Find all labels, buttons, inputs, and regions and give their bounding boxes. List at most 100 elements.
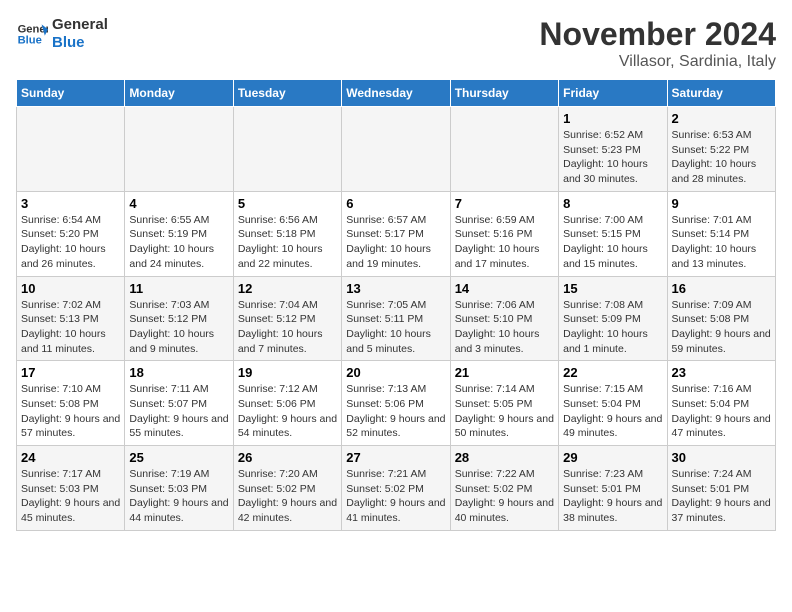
week-row-3: 10 Sunrise: 7:02 AM Sunset: 5:13 PM Dayli…: [17, 276, 776, 361]
calendar-cell: 9 Sunrise: 7:01 AM Sunset: 5:14 PM Daylig…: [667, 191, 775, 276]
day-number: 29: [563, 450, 662, 465]
calendar-cell: 4 Sunrise: 6:55 AM Sunset: 5:19 PM Daylig…: [125, 191, 233, 276]
calendar-cell: 24 Sunrise: 7:17 AM Sunset: 5:03 PM Dayli…: [17, 446, 125, 531]
month-title: November 2024: [539, 16, 776, 53]
day-info: Sunrise: 7:14 AM Sunset: 5:05 PM Dayligh…: [455, 382, 554, 441]
day-info: Sunrise: 6:55 AM Sunset: 5:19 PM Dayligh…: [129, 213, 228, 272]
calendar-cell: [17, 107, 125, 192]
calendar-cell: 11Sunrise: 7:03 AM Sunset: 5:12 PM Dayli…: [125, 276, 233, 361]
day-number: 27: [346, 450, 445, 465]
calendar-table: SundayMondayTuesdayWednesdayThursdayFrid…: [16, 79, 776, 531]
week-row-2: 3 Sunrise: 6:54 AM Sunset: 5:20 PM Daylig…: [17, 191, 776, 276]
day-number: 8: [563, 196, 662, 211]
calendar-cell: 21Sunrise: 7:14 AM Sunset: 5:05 PM Dayli…: [450, 361, 558, 446]
calendar-cell: 25 Sunrise: 7:19 AM Sunset: 5:03 PM Dayli…: [125, 446, 233, 531]
title-block: November 2024 Villasor, Sardinia, Italy: [539, 16, 776, 71]
calendar-cell: 2 Sunrise: 6:53 AM Sunset: 5:22 PM Daylig…: [667, 107, 775, 192]
day-info: Sunrise: 7:05 AM Sunset: 5:11 PM Dayligh…: [346, 298, 445, 357]
calendar-cell: 29 Sunrise: 7:23 AM Sunset: 5:01 PM Dayli…: [559, 446, 667, 531]
day-number: 7: [455, 196, 554, 211]
day-info: Sunrise: 7:21 AM Sunset: 5:02 PM Dayligh…: [346, 467, 445, 526]
day-info: Sunrise: 7:01 AM Sunset: 5:14 PM Dayligh…: [672, 213, 771, 272]
day-info: Sunrise: 7:23 AM Sunset: 5:01 PM Dayligh…: [563, 467, 662, 526]
calendar-cell: 8Sunrise: 7:00 AM Sunset: 5:15 PM Daylig…: [559, 191, 667, 276]
day-number: 26: [238, 450, 337, 465]
calendar-cell: 18 Sunrise: 7:11 AM Sunset: 5:07 PM Dayli…: [125, 361, 233, 446]
page-header: General Blue General Blue November 2024 …: [16, 16, 776, 71]
day-info: Sunrise: 6:52 AM Sunset: 5:23 PM Dayligh…: [563, 128, 662, 187]
calendar-cell: 13 Sunrise: 7:05 AM Sunset: 5:11 PM Dayli…: [342, 276, 450, 361]
day-number: 28: [455, 450, 554, 465]
day-number: 13: [346, 281, 445, 296]
calendar-cell: 7 Sunrise: 6:59 AM Sunset: 5:16 PM Daylig…: [450, 191, 558, 276]
day-info: Sunrise: 7:04 AM Sunset: 5:12 PM Dayligh…: [238, 298, 337, 357]
logo-line2: Blue: [52, 34, 108, 52]
calendar-cell: [233, 107, 341, 192]
day-number: 10: [21, 281, 120, 296]
calendar-cell: 28 Sunrise: 7:22 AM Sunset: 5:02 PM Dayli…: [450, 446, 558, 531]
calendar-cell: [450, 107, 558, 192]
day-number: 11: [129, 281, 228, 296]
calendar-cell: 1Sunrise: 6:52 AM Sunset: 5:23 PM Daylig…: [559, 107, 667, 192]
day-number: 19: [238, 365, 337, 380]
day-number: 23: [672, 365, 771, 380]
day-number: 6: [346, 196, 445, 211]
header-day-monday: Monday: [125, 80, 233, 107]
day-number: 12: [238, 281, 337, 296]
day-info: Sunrise: 7:19 AM Sunset: 5:03 PM Dayligh…: [129, 467, 228, 526]
day-info: Sunrise: 7:02 AM Sunset: 5:13 PM Dayligh…: [21, 298, 120, 357]
day-number: 20: [346, 365, 445, 380]
day-info: Sunrise: 6:56 AM Sunset: 5:18 PM Dayligh…: [238, 213, 337, 272]
calendar-cell: 15 Sunrise: 7:08 AM Sunset: 5:09 PM Dayli…: [559, 276, 667, 361]
day-number: 5: [238, 196, 337, 211]
day-info: Sunrise: 7:20 AM Sunset: 5:02 PM Dayligh…: [238, 467, 337, 526]
calendar-cell: 5 Sunrise: 6:56 AM Sunset: 5:18 PM Daylig…: [233, 191, 341, 276]
day-info: Sunrise: 7:12 AM Sunset: 5:06 PM Dayligh…: [238, 382, 337, 441]
calendar-header: SundayMondayTuesdayWednesdayThursdayFrid…: [17, 80, 776, 107]
day-number: 16: [672, 281, 771, 296]
calendar-cell: 14 Sunrise: 7:06 AM Sunset: 5:10 PM Dayli…: [450, 276, 558, 361]
day-info: Sunrise: 7:06 AM Sunset: 5:10 PM Dayligh…: [455, 298, 554, 357]
week-row-4: 17 Sunrise: 7:10 AM Sunset: 5:08 PM Dayli…: [17, 361, 776, 446]
header-day-sunday: Sunday: [17, 80, 125, 107]
calendar-cell: 23Sunrise: 7:16 AM Sunset: 5:04 PM Dayli…: [667, 361, 775, 446]
calendar-cell: 22 Sunrise: 7:15 AM Sunset: 5:04 PM Dayli…: [559, 361, 667, 446]
day-info: Sunrise: 6:59 AM Sunset: 5:16 PM Dayligh…: [455, 213, 554, 272]
header-day-thursday: Thursday: [450, 80, 558, 107]
day-number: 14: [455, 281, 554, 296]
day-number: 17: [21, 365, 120, 380]
day-info: Sunrise: 6:54 AM Sunset: 5:20 PM Dayligh…: [21, 213, 120, 272]
day-info: Sunrise: 7:10 AM Sunset: 5:08 PM Dayligh…: [21, 382, 120, 441]
day-info: Sunrise: 7:22 AM Sunset: 5:02 PM Dayligh…: [455, 467, 554, 526]
svg-text:Blue: Blue: [18, 35, 42, 47]
day-number: 15: [563, 281, 662, 296]
logo: General Blue General Blue: [16, 16, 108, 52]
calendar-cell: 19 Sunrise: 7:12 AM Sunset: 5:06 PM Dayli…: [233, 361, 341, 446]
day-info: Sunrise: 7:08 AM Sunset: 5:09 PM Dayligh…: [563, 298, 662, 357]
week-row-5: 24 Sunrise: 7:17 AM Sunset: 5:03 PM Dayli…: [17, 446, 776, 531]
header-day-tuesday: Tuesday: [233, 80, 341, 107]
week-row-1: 1Sunrise: 6:52 AM Sunset: 5:23 PM Daylig…: [17, 107, 776, 192]
calendar-cell: 26 Sunrise: 7:20 AM Sunset: 5:02 PM Dayli…: [233, 446, 341, 531]
day-info: Sunrise: 6:53 AM Sunset: 5:22 PM Dayligh…: [672, 128, 771, 187]
day-info: Sunrise: 7:24 AM Sunset: 5:01 PM Dayligh…: [672, 467, 771, 526]
day-number: 9: [672, 196, 771, 211]
day-number: 4: [129, 196, 228, 211]
day-info: Sunrise: 7:13 AM Sunset: 5:06 PM Dayligh…: [346, 382, 445, 441]
header-day-saturday: Saturday: [667, 80, 775, 107]
calendar-cell: 20 Sunrise: 7:13 AM Sunset: 5:06 PM Dayli…: [342, 361, 450, 446]
location: Villasor, Sardinia, Italy: [539, 53, 776, 71]
calendar-body: 1Sunrise: 6:52 AM Sunset: 5:23 PM Daylig…: [17, 107, 776, 531]
day-number: 24: [21, 450, 120, 465]
calendar-cell: 6Sunrise: 6:57 AM Sunset: 5:17 PM Daylig…: [342, 191, 450, 276]
day-info: Sunrise: 7:09 AM Sunset: 5:08 PM Dayligh…: [672, 298, 771, 357]
day-info: Sunrise: 7:17 AM Sunset: 5:03 PM Dayligh…: [21, 467, 120, 526]
day-number: 25: [129, 450, 228, 465]
day-number: 2: [672, 111, 771, 126]
day-info: Sunrise: 7:15 AM Sunset: 5:04 PM Dayligh…: [563, 382, 662, 441]
day-info: Sunrise: 7:11 AM Sunset: 5:07 PM Dayligh…: [129, 382, 228, 441]
calendar-cell: 30Sunrise: 7:24 AM Sunset: 5:01 PM Dayli…: [667, 446, 775, 531]
day-number: 18: [129, 365, 228, 380]
day-number: 22: [563, 365, 662, 380]
day-number: 3: [21, 196, 120, 211]
